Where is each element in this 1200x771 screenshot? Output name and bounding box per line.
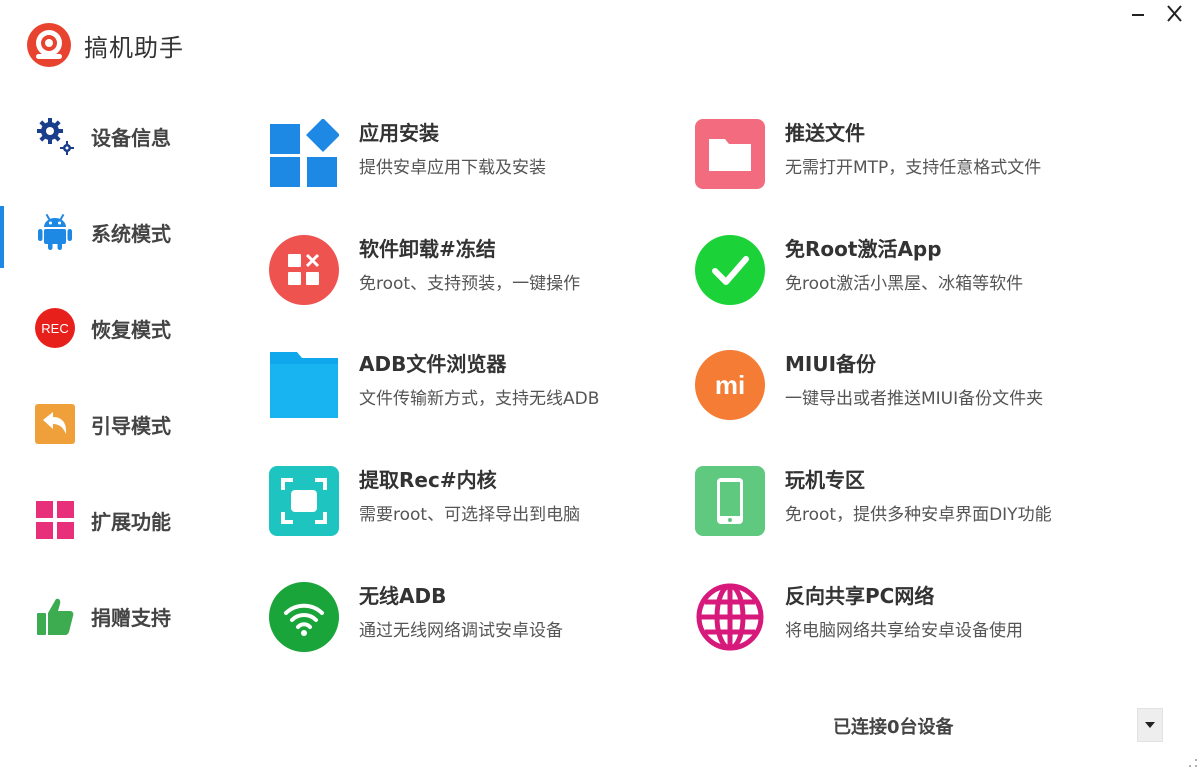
sidebar-item-system-mode[interactable]: 系统模式 [0,184,230,280]
gear-icon [34,115,76,157]
sidebar-item-label: 设备信息 [91,125,171,150]
uninstall-icon [269,235,339,305]
file-browser-icon [269,350,339,420]
mi-icon-text: mi [715,370,745,400]
feature-desc: 将电脑网络共享给安卓设备使用 [785,621,1023,641]
feature-wireless-adb[interactable]: 无线ADB 通过无线网络调试安卓设备 [269,576,689,656]
chevron-down-icon [1145,722,1155,728]
feature-title: 玩机专区 [785,468,865,492]
feature-desc: 一键导出或者推送MIUI备份文件夹 [785,389,1044,409]
android-icon [34,211,76,253]
sidebar-item-label: 捐赠支持 [91,605,171,630]
sidebar-item-bootloader-mode[interactable]: 引导模式 [0,376,230,472]
feature-activate-app[interactable]: 免Root激活App 免root激活小黑屋、冰箱等软件 [695,229,1115,309]
sidebar-item-label: 系统模式 [91,221,171,246]
feature-desc: 文件传输新方式，支持无线ADB [359,389,600,409]
sidebar-item-label: 扩展功能 [91,509,171,534]
feature-desc: 通过无线网络调试安卓设备 [359,621,563,641]
sidebar-item-recovery-mode[interactable]: REC 恢复模式 [0,280,230,376]
feature-title: 无线ADB [359,584,447,608]
close-button[interactable] [1162,2,1186,26]
folder-icon [695,119,765,189]
minimize-icon [1132,14,1144,16]
feature-adb-file-browser[interactable]: ADB文件浏览器 文件传输新方式，支持无线ADB [269,344,689,424]
sidebar-item-device-info[interactable]: 设备信息 [0,88,230,184]
close-icon [1167,5,1182,22]
feature-extract-rec[interactable]: 提取Rec#内核 需要root、可选择导出到电脑 [269,460,689,540]
feature-uninstall[interactable]: 软件卸载#冻结 免root、支持预装，一键操作 [269,229,689,309]
wifi-icon [269,582,339,652]
feature-title: 应用安装 [359,121,439,145]
app-logo [26,22,72,68]
feature-app-install[interactable]: 应用安装 提供安卓应用下载及安装 [269,113,689,193]
feature-desc: 提供安卓应用下载及安装 [359,158,546,178]
feature-title: MIUI备份 [785,352,877,376]
phone-icon [695,466,765,536]
resize-grip-icon [1189,759,1197,767]
feature-desc: 免root，提供多种安卓界面DIY功能 [785,505,1052,525]
extract-icon [269,466,339,536]
rec-icon: REC [34,307,76,349]
sidebar-item-label: 恢复模式 [91,317,171,342]
thumbs-up-icon [34,595,76,637]
feature-desc: 免root激活小黑屋、冰箱等软件 [785,274,1024,294]
device-connection-status: 已连接0台设备 [833,717,954,738]
feature-title: 提取Rec#内核 [359,468,497,492]
app-title: 搞机助手 [84,34,184,62]
sidebar: 设备信息 系统模式 REC 恢复模式 引导模式 扩展功能 捐赠支持 [0,88,230,664]
feature-desc: 需要root、可选择导出到电脑 [359,505,581,525]
globe-icon [695,582,765,652]
mi-icon: mi [695,350,765,420]
feature-play-zone[interactable]: 玩机专区 免root，提供多种安卓界面DIY功能 [695,460,1115,540]
feature-desc: 无需打开MTP，支持任意格式文件 [785,158,1042,178]
minimize-button[interactable] [1126,2,1150,26]
rec-icon-text: REC [41,321,68,336]
feature-title: ADB文件浏览器 [359,352,507,376]
check-icon [695,235,765,305]
feature-desc: 免root、支持预装，一键操作 [359,274,581,294]
feature-title: 反向共享PC网络 [785,584,935,608]
feature-reverse-tether[interactable]: 反向共享PC网络 将电脑网络共享给安卓设备使用 [695,576,1115,656]
feature-title: 免Root激活App [785,237,942,261]
app-install-icon [269,119,339,189]
feature-miui-backup[interactable]: mi MIUI备份 一键导出或者推送MIUI备份文件夹 [695,344,1115,424]
grid-icon [34,499,76,541]
feature-title: 软件卸载#冻结 [359,237,496,261]
camera-logo-icon [27,23,71,67]
sidebar-item-donate[interactable]: 捐赠支持 [0,568,230,664]
return-arrow-icon [34,403,76,445]
feature-push-file[interactable]: 推送文件 无需打开MTP，支持任意格式文件 [695,113,1115,193]
resize-grip[interactable] [1188,758,1198,768]
feature-title: 推送文件 [785,121,865,145]
device-dropdown-button[interactable] [1137,708,1163,742]
sidebar-item-extensions[interactable]: 扩展功能 [0,472,230,568]
sidebar-item-label: 引导模式 [91,413,171,438]
